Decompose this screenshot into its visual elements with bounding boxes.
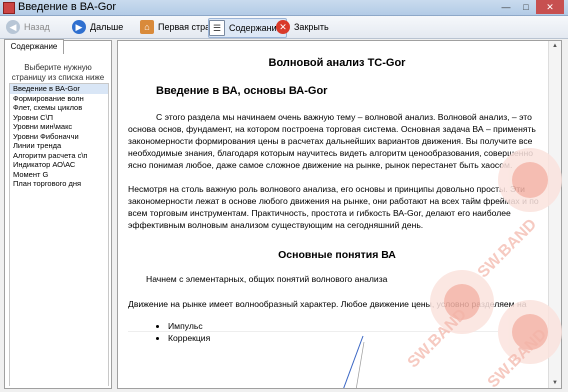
toc-item[interactable]: Введение в ВА-Gor [10,84,108,94]
forward-arrow-icon: ▶ [72,20,86,34]
maximize-icon[interactable]: □ [516,0,536,14]
forward-label: Дальше [90,22,124,32]
contents-label: Содержание [229,23,282,33]
toc-item[interactable]: Уровни мин\макс [10,122,108,132]
back-arrow-icon: ◀ [6,20,20,34]
tab-contents[interactable]: Содержание [4,39,64,54]
toolbar: ◀ Назад ▶ Дальше ⌂ Первая страница ☰ Сод… [0,16,568,39]
toc-item[interactable]: Линии тренда [10,141,108,151]
toc-item[interactable]: Формирование волн [10,94,108,104]
toc-item[interactable]: Флет, схемы циклов [10,103,108,113]
chart-figure [128,331,498,388]
window-titlebar: Введение в ВА-Gor — □ ✕ [0,0,568,16]
scroll-down-icon[interactable]: ▼ [549,378,561,388]
close-label: Закрыть [294,22,329,32]
section-heading: Введение в ВА, основы ВА-Gor [156,85,328,97]
minimize-icon[interactable]: — [496,0,516,14]
vertical-scrollbar[interactable]: ▲ ▼ [548,41,561,388]
toc-item[interactable]: Индикатор АО\АС [10,160,108,170]
toc-item[interactable]: Уровни С\П [10,113,108,123]
back-button[interactable]: ◀ Назад [6,18,50,36]
close-button[interactable]: ✕ Закрыть [276,18,329,36]
window-title: Введение в ВА-Gor [18,1,117,13]
close-icon: ✕ [276,20,290,34]
contents-icon: ☰ [209,20,225,36]
paragraph: Движение на рынке имеет волнообразный ха… [128,299,527,309]
page-title: Волновой анализ TC-Gor [268,57,406,69]
toc-item[interactable]: Алгоритм расчета с\п [10,151,108,161]
contents-button[interactable]: ☰ Содержание [208,18,287,38]
paragraph: Начнем с элементарных, общих понятий вол… [146,274,388,284]
scroll-up-icon[interactable]: ▲ [549,41,561,51]
paragraph: С этого раздела мы начинаем очень важную… [128,112,536,170]
toc-item[interactable]: Момент G [10,170,108,180]
article: Волновой анализ TC-Gor Введение в ВА, ос… [128,41,546,344]
sidebar-hint: Выберите нужную страницу из списка ниже [11,63,105,82]
forward-button[interactable]: ▶ Дальше [72,18,123,36]
toc-list: Введение в ВА-Gor Формирование волн Флет… [9,83,109,386]
paragraph: Несмотря на столь важную роль волнового … [128,184,539,230]
close-window-icon[interactable]: ✕ [536,0,564,14]
toc-item[interactable]: План торгового дня [10,179,108,189]
section-heading: Основные понятия ВА [278,249,396,261]
home-icon: ⌂ [140,20,154,34]
tab-contents-label: Содержание [10,42,58,51]
sidebar-panel: Выберите нужную страницу из списка ниже … [4,40,112,389]
content-pane: Волновой анализ TC-Gor Введение в ВА, ос… [117,40,562,389]
toc-item[interactable]: Уровни Фибоначчи [10,132,108,142]
back-label: Назад [24,22,50,32]
app-icon [3,2,15,14]
